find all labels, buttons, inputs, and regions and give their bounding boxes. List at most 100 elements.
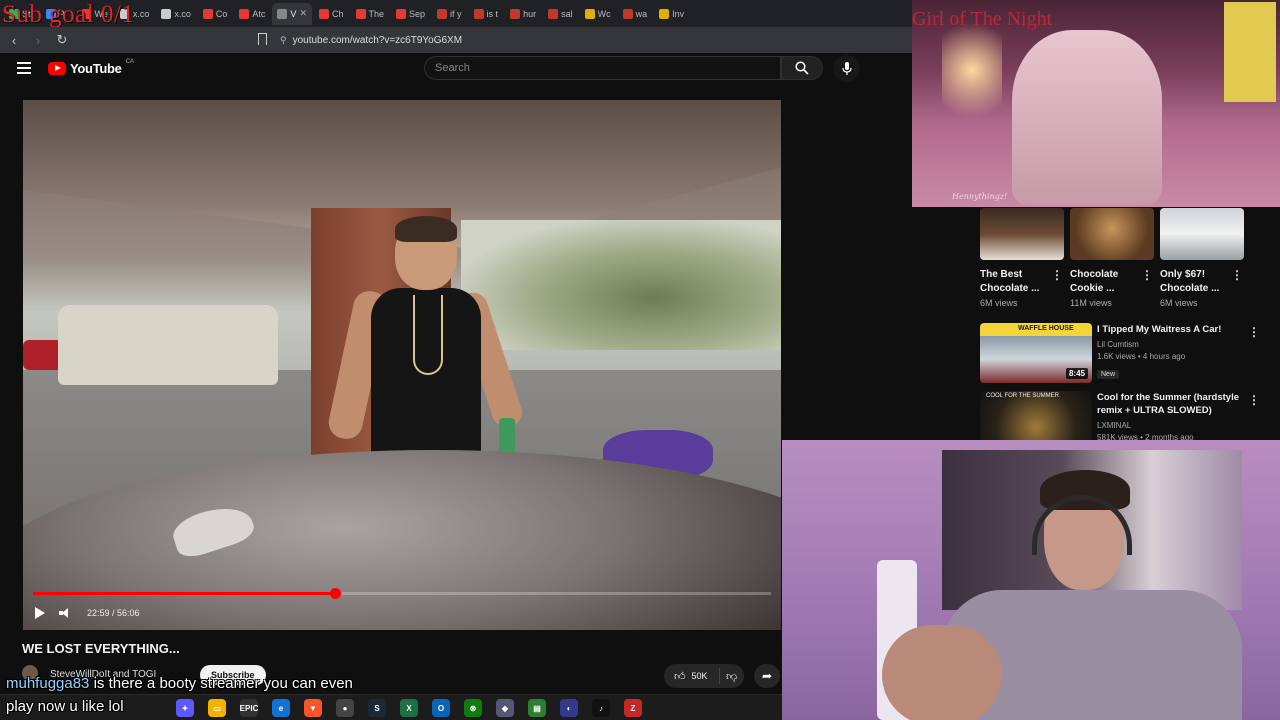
short-title[interactable]: The Best Chocolate ... — [980, 268, 1050, 296]
copilot-icon[interactable]: ✦ — [176, 699, 194, 717]
video-title[interactable]: I Tipped My Waitress A Car! — [1097, 323, 1247, 336]
chat-message-1: is there a booty streamer you can even — [89, 675, 353, 692]
browser-tab[interactable]: The — [351, 3, 390, 25]
tab-label: Atc — [252, 8, 266, 19]
browser-tab[interactable]: if y — [432, 3, 467, 25]
video-frame-red-car — [23, 340, 63, 370]
brave-icon[interactable]: ▼ — [304, 699, 322, 717]
video-frame-person — [325, 216, 526, 480]
more-options-icon[interactable]: ⋮ — [1141, 268, 1153, 282]
xbox-icon[interactable]: ⊗ — [464, 699, 482, 717]
video-player[interactable]: 22:59 / 56:06 — [23, 100, 781, 630]
steam-icon[interactable]: S — [368, 699, 386, 717]
menu-icon[interactable] — [17, 62, 31, 74]
short-views: 6M views — [1160, 298, 1198, 308]
search-input[interactable]: Search — [424, 56, 781, 80]
video-thumbnail[interactable]: COOL FOR THE SUMMER — [980, 391, 1092, 440]
short-title[interactable]: Only $67! Chocolate ... — [1160, 268, 1230, 296]
more-options-icon[interactable]: ⋮ — [1248, 325, 1260, 339]
tab-favicon-icon — [239, 8, 250, 19]
more-options-icon[interactable]: ⋮ — [1248, 393, 1260, 407]
video-thumbnail[interactable]: WAFFLE HOUSE 8:45 — [980, 323, 1092, 383]
taskbar-icons: ✦ ▭ EPIC e ▼ ● S X O ⊗ ◆ ▤ ◐ ♪ Z — [176, 699, 642, 717]
recommended-video[interactable]: WAFFLE HOUSE 8:45 I Tipped My Waitress A… — [980, 323, 1280, 387]
short-views: 6M views — [980, 298, 1018, 308]
site-info-icon[interactable]: ⚲ — [280, 35, 287, 46]
voice-search-button[interactable] — [833, 55, 860, 82]
reload-icon[interactable]: ↻ — [52, 32, 72, 48]
tab-favicon-icon — [510, 8, 521, 19]
short-thumbnail[interactable] — [1160, 208, 1244, 260]
sheet-icon[interactable]: ▤ — [528, 699, 546, 717]
browser-tab[interactable]: sal — [543, 3, 578, 25]
outlook-icon[interactable]: O — [432, 699, 450, 717]
more-options-icon[interactable]: ⋮ — [1231, 268, 1243, 282]
stream-signature: Hennythingz! — [952, 192, 1008, 201]
thumbnail-text: WAFFLE HOUSE — [1018, 325, 1074, 332]
share-icon: ➦ — [761, 669, 773, 683]
browser-tab[interactable]: Co — [198, 3, 233, 25]
chat-overlay-line-1: muhfugga83 is there a booty streamer you… — [6, 675, 353, 692]
back-icon[interactable]: ‹ — [4, 33, 24, 48]
tab-favicon-icon — [161, 8, 172, 19]
volume-icon[interactable] — [59, 608, 73, 618]
short-title[interactable]: Chocolate Cookie ... — [1070, 268, 1140, 296]
short-card[interactable]: Only $67! Chocolate ... 6M views — [1160, 208, 1244, 308]
video-title[interactable]: Cool for the Summer (hardstyle remix + U… — [1097, 391, 1247, 417]
short-card[interactable]: The Best Chocolate ... 6M views — [980, 208, 1064, 308]
short-card[interactable]: Chocolate Cookie ... 11M views — [1070, 208, 1154, 308]
browser-tab[interactable]: wa — [618, 3, 653, 25]
short-thumbnail[interactable] — [980, 208, 1064, 260]
streamer-camera-overlay: Girl of The Night Hennythingz! — [912, 0, 1280, 207]
person-arm — [882, 625, 1002, 720]
browser-tab[interactable]: Atc — [234, 3, 270, 25]
youtube-logo[interactable]: YouTube CA — [48, 59, 134, 76]
browser-tab[interactable]: Sep — [391, 3, 430, 25]
video-info: I Tipped My Waitress A Car! Lil Cumtism … — [1097, 323, 1247, 381]
close-tab-icon[interactable]: ✕ — [299, 8, 307, 19]
tab-favicon-icon — [396, 8, 407, 19]
game-icon[interactable]: ◐ — [560, 699, 578, 717]
bookmark-icon[interactable] — [258, 33, 267, 45]
like-button[interactable]: 👍︎ 50K — [664, 668, 720, 684]
address-bar[interactable]: ⚲ youtube.com/watch?v=zc6T9YoG6XM — [280, 31, 880, 49]
search-button[interactable] — [781, 56, 823, 80]
browser-tab[interactable]: hur — [505, 3, 541, 25]
recommended-video[interactable]: COOL FOR THE SUMMER Cool for the Summer … — [980, 391, 1280, 440]
browser-tab[interactable]: is t — [469, 3, 504, 25]
tab-favicon-icon — [277, 8, 288, 19]
file-explorer-icon[interactable]: ▭ — [208, 699, 226, 717]
tab-label: V — [290, 8, 297, 19]
dislike-button[interactable]: 👎︎ — [720, 670, 737, 683]
edge-icon[interactable]: e — [272, 699, 290, 717]
more-options-icon[interactable]: ⋮ — [1051, 268, 1063, 282]
tab-favicon-icon — [318, 8, 329, 19]
browser-tab[interactable]: V ✕ — [272, 2, 312, 25]
app-icon[interactable]: Z — [624, 699, 642, 717]
play-icon[interactable] — [35, 607, 45, 619]
browser-tab[interactable]: Ch — [314, 3, 349, 25]
tab-favicon-icon — [473, 8, 484, 19]
browser-tab[interactable]: x.co — [156, 3, 196, 25]
obs-icon[interactable]: ● — [336, 699, 354, 717]
epic-games-icon[interactable]: EPIC — [240, 699, 258, 717]
tab-label: is t — [486, 8, 499, 19]
desktop-screen: Str Pr We x.co x.co Co Atc V ✕ Ch The Sep if y is t hu… — [0, 0, 1280, 720]
video-channel[interactable]: LXMINAL — [1097, 420, 1247, 432]
tab-label: if y — [450, 8, 462, 19]
vpn-icon[interactable]: ◆ — [496, 699, 514, 717]
forward-icon[interactable]: › — [28, 33, 48, 48]
browser-tab[interactable]: Wc — [580, 3, 616, 25]
video-channel[interactable]: Lil Cumtism — [1097, 339, 1247, 351]
browser-tab[interactable]: Inv — [654, 3, 689, 25]
video-progress-bar[interactable] — [33, 588, 771, 599]
short-thumbnail[interactable] — [1070, 208, 1154, 260]
video-meta: 581K views • 2 months ago — [1097, 433, 1194, 440]
tab-favicon-icon — [659, 8, 670, 19]
tiktok-icon[interactable]: ♪ — [592, 699, 610, 717]
like-dislike-pill: 👍︎ 50K 👎︎ — [664, 664, 744, 688]
share-button[interactable]: ➦ — [754, 664, 780, 688]
region-code: CA — [125, 59, 134, 65]
excel-icon[interactable]: X — [400, 699, 418, 717]
tab-favicon-icon — [355, 8, 366, 19]
